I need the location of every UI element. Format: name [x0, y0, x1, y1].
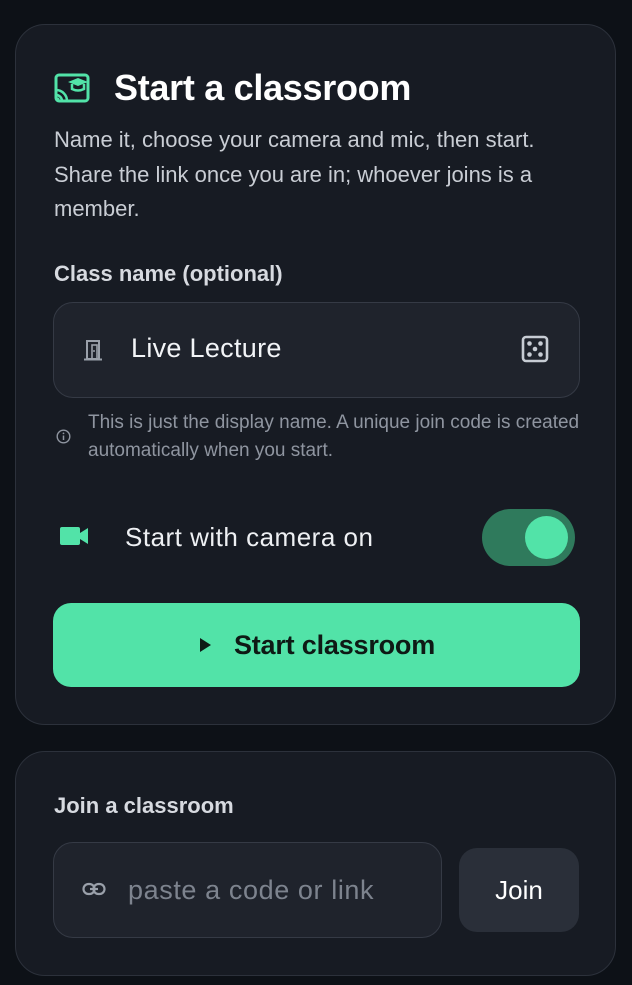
camera-toggle-row: Start with camera on [60, 509, 575, 569]
camera-toggle-label: Start with camera on [125, 522, 374, 552]
class-name-field[interactable]: Live Lecture [53, 302, 580, 398]
intro-text: Name it, choose your camera and mic, the… [54, 127, 535, 221]
videocam-icon [60, 527, 88, 545]
play-icon [199, 638, 211, 652]
camera-toggle[interactable] [482, 509, 575, 566]
class-name-value[interactable]: Live Lecture [131, 333, 282, 364]
start-classroom-card: Start a classroom Name it, choose your c… [15, 24, 616, 725]
join-button[interactable]: Join [459, 848, 579, 932]
dice-icon[interactable] [521, 335, 549, 363]
start-classroom-button[interactable]: Start classroom [53, 603, 580, 687]
cast-for-education-icon [54, 73, 90, 103]
camera-toggle-knob [525, 516, 568, 559]
info-icon [56, 429, 71, 444]
page-title: Start a classroom [114, 67, 412, 108]
start-classroom-label: Start classroom [233, 629, 436, 660]
link-icon [82, 882, 106, 896]
join-code-field[interactable] [53, 842, 442, 938]
class-name-label: Class name (optional) [54, 261, 283, 286]
join-code-input[interactable] [128, 869, 428, 911]
join-classroom-card: Join a classroom Join [15, 751, 616, 976]
title-row: Start a classroom [54, 63, 411, 113]
door-icon [84, 340, 102, 361]
hint-text: This is just the display name. A unique … [88, 412, 580, 461]
join-classroom-label: Join a classroom [54, 793, 234, 818]
